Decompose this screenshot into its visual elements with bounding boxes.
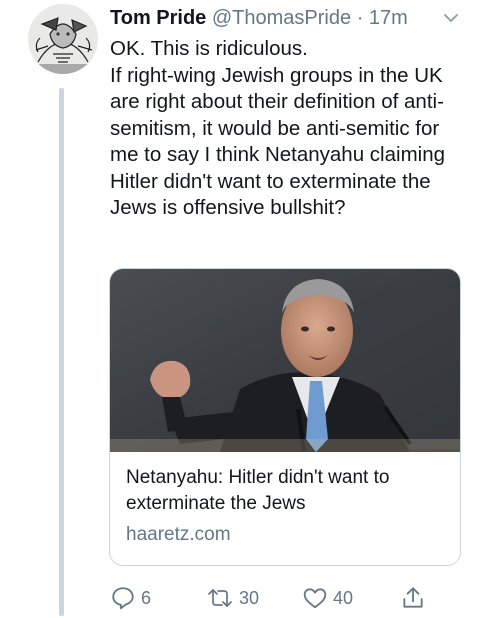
chevron-down-icon[interactable] bbox=[442, 9, 460, 27]
share-button[interactable] bbox=[400, 584, 426, 612]
author-name[interactable]: Tom Pride bbox=[110, 7, 206, 29]
like-count: 40 bbox=[333, 587, 354, 608]
tweet-text-line: If right-wing Jewish groups in the UK ar… bbox=[110, 63, 445, 220]
retweet-count: 30 bbox=[239, 587, 260, 608]
thread-line bbox=[59, 88, 64, 616]
avatar[interactable] bbox=[28, 4, 98, 74]
retweet-button[interactable]: 30 bbox=[206, 584, 259, 612]
tweet-header: Tom Pride @ThomasPride · 17m bbox=[110, 5, 474, 31]
tweet-text: OK. This is ridiculous. If right-wing Je… bbox=[110, 36, 470, 222]
like-button[interactable]: 40 bbox=[302, 584, 353, 612]
separator-dot: · bbox=[356, 7, 364, 29]
card-domain: haaretz.com bbox=[126, 524, 231, 545]
avatar-engraving bbox=[28, 4, 98, 74]
reply-icon bbox=[112, 587, 134, 610]
link-card[interactable]: Netanyahu: Hitler didn't want to extermi… bbox=[109, 268, 461, 566]
tweet-time[interactable]: 17m bbox=[369, 7, 408, 29]
speaker-photo bbox=[110, 269, 460, 452]
action-bar: 6 30 40 bbox=[110, 584, 440, 612]
like-icon bbox=[303, 588, 327, 609]
share-icon bbox=[403, 587, 423, 608]
card-title[interactable]: Netanyahu: Hitler didn't want to extermi… bbox=[126, 465, 451, 517]
tweet-text-line: OK. This is ridiculous. bbox=[110, 37, 308, 60]
reply-button[interactable]: 6 bbox=[110, 584, 151, 612]
reply-count: 6 bbox=[141, 587, 152, 608]
card-image bbox=[110, 269, 460, 452]
author-handle[interactable]: @ThomasPride bbox=[212, 7, 351, 29]
retweet-icon bbox=[208, 589, 232, 607]
